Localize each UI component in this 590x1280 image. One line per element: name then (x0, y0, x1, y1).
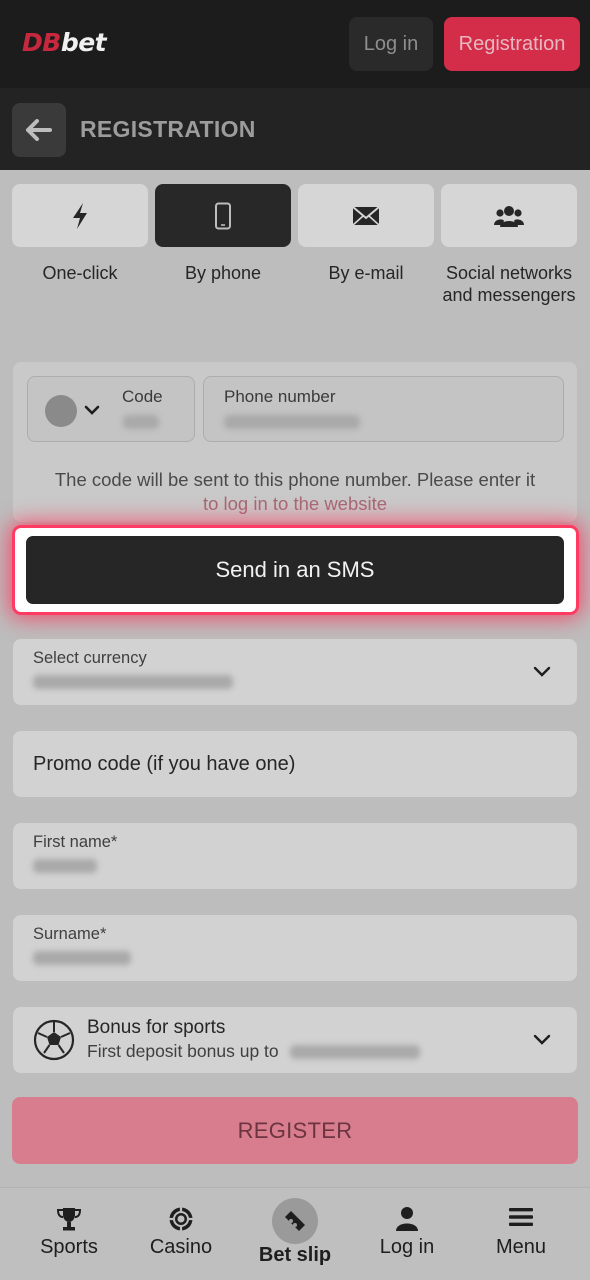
logo[interactable]: DBbet (22, 28, 107, 57)
ticket-icon (285, 1211, 305, 1231)
page-title: REGISTRATION (80, 116, 256, 142)
nav-menu[interactable]: Menu (462, 1188, 580, 1280)
nav-sports[interactable]: Sports (10, 1188, 128, 1280)
nav-sports-label: Sports (40, 1236, 98, 1258)
bonus-amount-redacted (289, 1045, 420, 1060)
logo-db: DB (22, 28, 61, 57)
trophy-icon (56, 1208, 82, 1231)
country-flag-icon (45, 395, 77, 427)
envelope-icon (352, 205, 380, 226)
chevron-down-icon (533, 666, 551, 677)
phone-number-label: Phone number (224, 387, 336, 406)
surname-label: Surname* (33, 925, 107, 943)
currency-value-redacted (33, 675, 233, 689)
promo-code-placeholder: Promo code (if you have one) (33, 753, 296, 775)
chevron-down-icon (84, 405, 100, 415)
promo-code-input[interactable]: Promo code (if you have one) (13, 731, 577, 797)
header-login-button[interactable]: Log in (349, 17, 433, 71)
nav-casino-label: Casino (149, 1236, 213, 1258)
nav-log-in[interactable]: Log in (348, 1188, 466, 1280)
nav-menu-label: Menu (495, 1236, 547, 1258)
send-sms-button[interactable]: Send in an SMS (26, 536, 564, 604)
tab-by-email[interactable] (298, 184, 434, 247)
tab-one-click[interactable] (12, 184, 148, 247)
register-button[interactable]: REGISTER (12, 1097, 578, 1164)
tab-label-social: Social networks and messengers (442, 263, 576, 305)
user-icon (396, 1207, 418, 1231)
bonus-title: Bonus for sports (87, 1017, 226, 1038)
tab-social-networks[interactable] (441, 184, 577, 247)
smartphone-icon (215, 202, 231, 229)
hint-link: to log in to the website (202, 493, 388, 514)
currency-label: Select currency (33, 649, 147, 667)
casino-chip-icon (169, 1207, 193, 1231)
users-icon (494, 205, 524, 227)
bonus-select[interactable]: Bonus for sports First deposit bonus up … (13, 1007, 577, 1073)
back-button[interactable] (12, 103, 66, 157)
arrow-left-icon (26, 119, 52, 141)
surname-value-redacted (33, 951, 131, 965)
first-name-field[interactable]: First name* (13, 823, 577, 889)
surname-field[interactable]: Surname* (13, 915, 577, 981)
country-code-select[interactable]: Code (27, 376, 195, 442)
tab-by-phone[interactable] (155, 184, 291, 247)
code-value-redacted (123, 415, 159, 429)
tab-label-by-email: By e-mail (328, 263, 404, 283)
bet-slip-circle (272, 1198, 318, 1244)
code-label: Code (122, 387, 163, 406)
chevron-down-icon (533, 1034, 551, 1045)
hint-text: The code will be sent to this phone numb… (54, 469, 536, 490)
nav-bet-slip-label: Bet slip (258, 1244, 332, 1266)
bonus-subtitle: First deposit bonus up to (87, 1041, 420, 1062)
tab-label-one-click: One-click (42, 263, 118, 283)
first-name-value-redacted (33, 859, 97, 873)
nav-bet-slip[interactable]: Bet slip (236, 1188, 354, 1280)
tab-label-by-phone: By phone (184, 263, 262, 283)
nav-casino[interactable]: Casino (122, 1188, 240, 1280)
soccer-ball-icon (33, 1019, 75, 1061)
phone-number-field[interactable]: Phone number (203, 376, 564, 442)
first-name-label: First name* (33, 833, 118, 851)
currency-select[interactable]: Select currency (13, 639, 577, 705)
lightning-icon (73, 202, 87, 229)
sms-hint-text: The code will be sent to this phone numb… (22, 468, 568, 516)
hamburger-icon (509, 1208, 533, 1226)
bottom-nav: Sports Casino Bet slip Log in Menu (0, 1187, 590, 1280)
logo-bet: bet (60, 28, 107, 57)
page-header: REGISTRATION (0, 88, 590, 170)
top-bar: DBbet Log in Registration (0, 0, 590, 88)
nav-log-in-label: Log in (379, 1236, 435, 1258)
bonus-subtitle-text: First deposit bonus up to (87, 1041, 279, 1061)
phone-value-redacted (224, 415, 360, 429)
header-registration-button[interactable]: Registration (444, 17, 580, 71)
